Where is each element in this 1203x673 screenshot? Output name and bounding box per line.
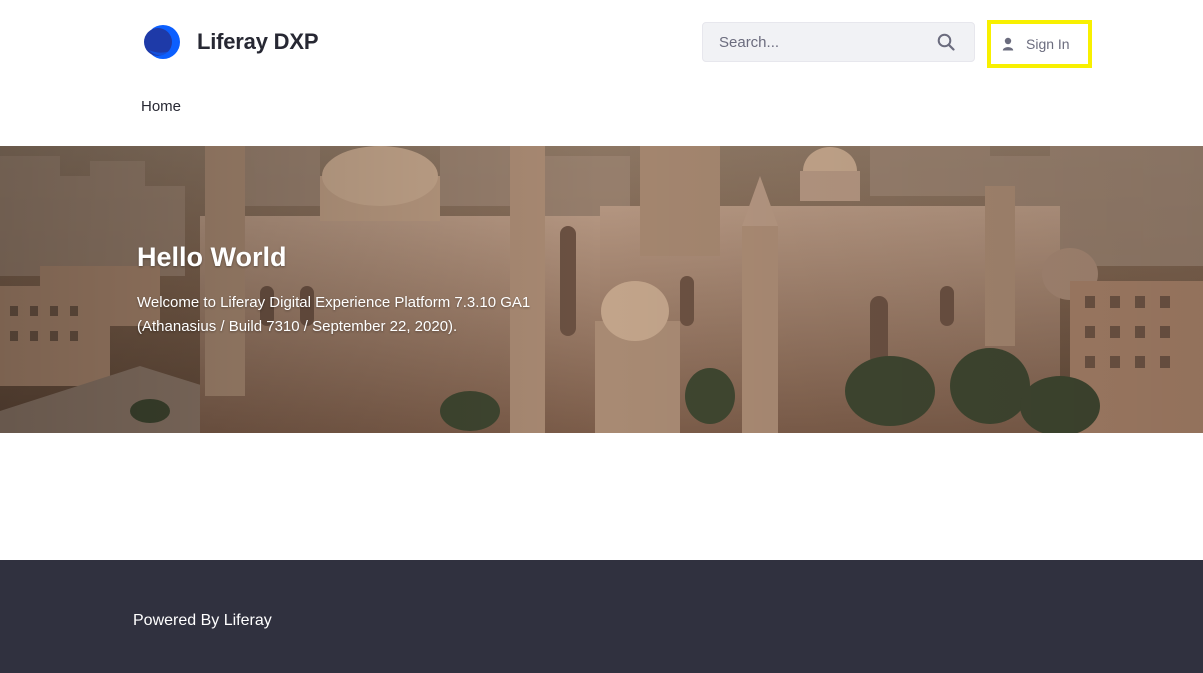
liferay-logo-icon[interactable] [141,24,181,60]
powered-by-text: Powered By Liferay [133,612,272,629]
hero-title: Hello World [137,242,287,272]
user-icon [1002,37,1014,51]
sign-in-button[interactable]: Sign In [987,20,1092,68]
nav-item-home[interactable]: Home [141,98,181,115]
cityscape-with-mosques-image [0,146,1203,433]
site-name[interactable]: Liferay DXP [197,29,318,55]
hero-banner: Hello World Welcome to Liferay Digital E… [0,146,1203,433]
search-button[interactable] [918,23,974,61]
search-bar [702,22,975,62]
hero-description-line: (Athanasius / Build 7310 / September 22,… [137,318,458,335]
hero-description-line: Welcome to Liferay Digital Experience Pl… [137,294,531,311]
sign-in-label: Sign In [1026,36,1070,52]
site-footer: Powered By Liferay [0,560,1203,673]
brand[interactable]: Liferay DXP [141,24,318,60]
search-input[interactable] [703,23,918,61]
search-icon [937,33,955,51]
main-navigation: Home [141,98,181,116]
hero-description: Welcome to Liferay Digital Experience Pl… [137,291,587,339]
site-header: Liferay DXP Sign In Home [0,0,1203,146]
